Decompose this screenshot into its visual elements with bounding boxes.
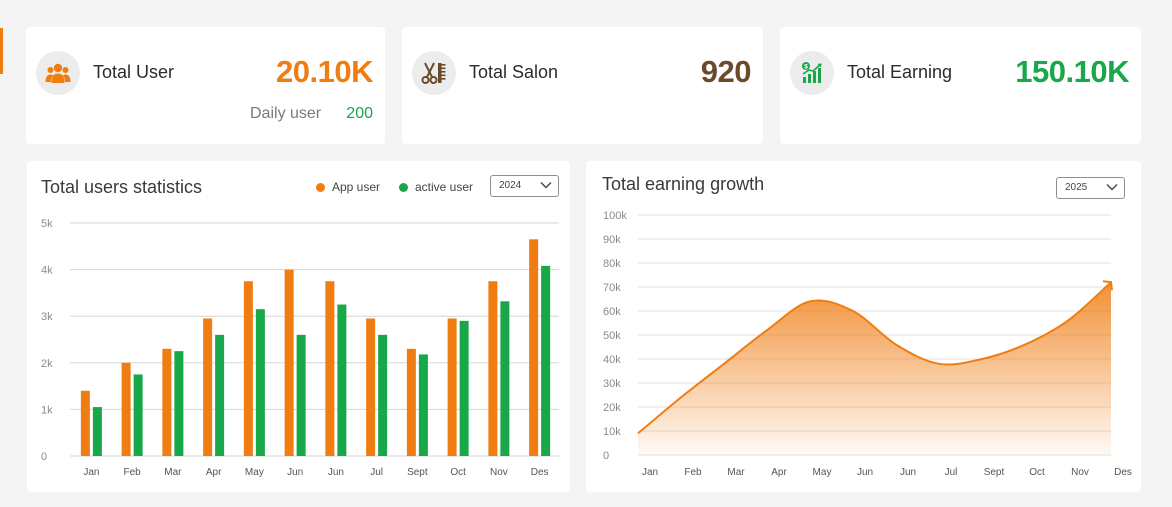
x-tick-label: Nov xyxy=(490,467,508,478)
total-user-value: 20.10K xyxy=(276,54,373,89)
x-tick-label: May xyxy=(245,467,264,478)
x-tick-label: Jan xyxy=(642,467,658,478)
x-tick-label: Jun xyxy=(857,467,873,478)
x-tick-label: Jul xyxy=(945,467,958,478)
y-tick-label: 3k xyxy=(41,311,53,323)
total-salon-label: Total Salon xyxy=(469,62,559,82)
total-earning-label: Total Earning xyxy=(847,62,953,82)
y-tick-label: 0 xyxy=(603,450,609,462)
x-tick-label: Jul xyxy=(370,467,383,478)
bar-app-user xyxy=(529,239,539,456)
total-earning-card: $ Total Earning 150.10K xyxy=(780,27,1141,144)
earning-area-fill xyxy=(638,282,1111,455)
x-tick-label: Des xyxy=(1114,467,1132,478)
users-icon xyxy=(36,51,80,95)
bar-active-user xyxy=(215,334,225,456)
bar-active-user xyxy=(133,374,143,456)
bar-app-user xyxy=(447,318,457,456)
bar-active-user xyxy=(92,407,102,456)
y-tick-label: 20k xyxy=(603,402,621,414)
scissors-comb-icon xyxy=(412,51,456,95)
active-indicator xyxy=(0,28,3,74)
daily-user-label: Daily user xyxy=(250,105,322,122)
bar-active-user xyxy=(459,320,469,456)
bar-active-user xyxy=(541,265,551,456)
y-tick-label: 80k xyxy=(603,258,621,270)
bar-app-user xyxy=(366,318,376,456)
x-tick-label: Apr xyxy=(771,467,787,478)
bar-active-user xyxy=(255,309,265,456)
users-bar-chart: 0 1k 2k 3k 4k 5k Jan Feb Mar Apr May Jun Jun Jul Sept O… xyxy=(41,218,559,478)
y-tick-label: 30k xyxy=(603,378,621,390)
total-user-card: Total User 20.10K Daily user 200 xyxy=(26,27,385,144)
bar-app-user xyxy=(80,390,90,456)
total-salon-value: 920 xyxy=(700,54,752,89)
x-tick-label: Sept xyxy=(984,467,1005,478)
y-tick-label: 10k xyxy=(603,426,621,438)
bar-active-user xyxy=(174,351,184,456)
y-tick-label: 40k xyxy=(603,354,621,366)
daily-user-value: 200 xyxy=(346,105,373,122)
y-tick-label: 100k xyxy=(603,210,627,222)
bar-app-user xyxy=(203,318,213,456)
bar-app-user xyxy=(243,281,253,456)
bar-app-user xyxy=(121,362,131,456)
x-tick-label: Nov xyxy=(1071,467,1089,478)
x-tick-label: May xyxy=(813,467,832,478)
earnings-chart-icon: $ xyxy=(790,51,834,95)
bar-active-user xyxy=(296,334,306,456)
x-tick-label: Des xyxy=(531,467,549,478)
y-tick-label: 50k xyxy=(603,330,621,342)
bar-app-user xyxy=(162,348,172,456)
users-statistics-card: Total users statistics App user active u… xyxy=(27,161,570,492)
x-tick-label: Feb xyxy=(684,467,702,478)
y-tick-label: 2k xyxy=(41,358,53,370)
bar-active-user xyxy=(500,301,510,456)
bar-active-user xyxy=(378,334,388,456)
x-tick-label: Jun xyxy=(287,467,303,478)
y-tick-label: 70k xyxy=(603,282,621,294)
x-tick-label: Oct xyxy=(1029,467,1045,478)
bar-active-user xyxy=(418,354,428,456)
bar-active-user xyxy=(337,304,347,456)
bar-app-user xyxy=(284,269,294,456)
y-tick-label: 0 xyxy=(41,451,47,463)
x-tick-label: Mar xyxy=(727,467,745,478)
bar-app-user xyxy=(325,281,335,456)
total-salon-card: Total Salon 920 xyxy=(402,27,763,144)
y-tick-label: 90k xyxy=(603,234,621,246)
total-user-label: Total User xyxy=(93,62,175,82)
x-tick-label: Sept xyxy=(407,467,428,478)
earning-growth-card: Total earning growth 2025 0 10k 20k 30k 40k 5… xyxy=(586,161,1141,492)
y-tick-label: 4k xyxy=(41,265,53,277)
y-tick-label: 5k xyxy=(41,218,53,230)
earning-area-chart: 0 10k 20k 30k 40k 50k 60k 70k 80k 90k 100k Jan Feb Ma… xyxy=(603,210,1132,478)
x-tick-label: Jun xyxy=(328,467,344,478)
svg-text:$: $ xyxy=(804,64,808,71)
y-tick-label: 60k xyxy=(603,306,621,318)
total-earning-value: 150.10K xyxy=(1015,54,1129,89)
bar-app-user xyxy=(406,348,416,456)
x-tick-label: Feb xyxy=(124,467,142,478)
x-tick-label: Apr xyxy=(206,467,222,478)
x-tick-label: Oct xyxy=(450,467,466,478)
x-tick-label: Jan xyxy=(83,467,99,478)
x-tick-label: Mar xyxy=(164,467,182,478)
y-tick-label: 1k xyxy=(41,404,53,416)
x-tick-label: Jun xyxy=(900,467,916,478)
bar-app-user xyxy=(488,281,498,456)
